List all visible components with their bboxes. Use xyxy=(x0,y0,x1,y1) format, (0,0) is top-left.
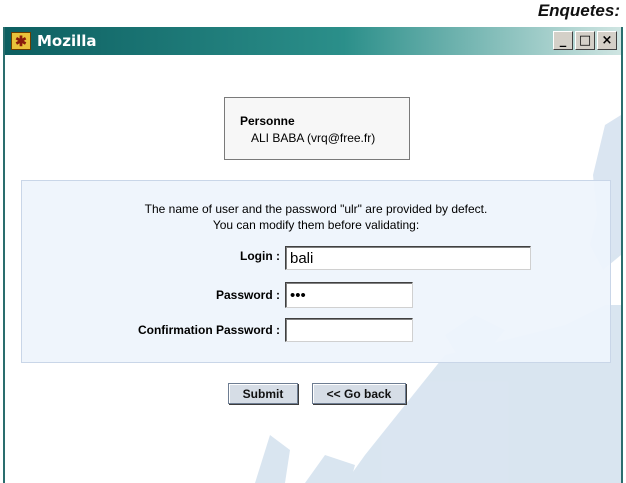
window-controls: _ □ × xyxy=(553,31,617,50)
close-button[interactable]: × xyxy=(597,31,617,50)
password-label: Password : xyxy=(215,288,280,302)
info-text: The name of user and the password "ulr" … xyxy=(22,201,610,233)
maximize-button[interactable]: □ xyxy=(575,31,595,50)
top-caption: Enquetes: xyxy=(537,1,620,20)
info-line-2: You can modify them before validating: xyxy=(212,218,420,232)
login-input[interactable] xyxy=(285,246,531,270)
person-heading: Personne xyxy=(240,114,295,128)
info-line-1: The name of user and the password "ulr" … xyxy=(144,202,488,216)
password-input[interactable] xyxy=(285,282,413,308)
go-back-button[interactable]: << Go back xyxy=(312,383,406,404)
person-info-box: Personne ALI BABA (vrq@free.fr) xyxy=(224,97,410,160)
window-title: Mozilla xyxy=(37,32,97,50)
title-bar[interactable]: ✱ Mozilla _ □ × xyxy=(5,27,621,55)
mozilla-app-icon[interactable]: ✱ xyxy=(11,32,31,50)
login-form-panel: The name of user and the password "ulr" … xyxy=(21,180,611,363)
page-content: Personne ALI BABA (vrq@free.fr) The name… xyxy=(5,55,621,483)
browser-window: ✱ Mozilla _ □ × Personne ALI BABA (vrq@f… xyxy=(3,27,623,483)
confirm-password-label: Confirmation Password : xyxy=(137,323,280,337)
confirm-password-input[interactable] xyxy=(285,318,413,342)
submit-button[interactable]: Submit xyxy=(228,383,298,404)
minimize-button[interactable]: _ xyxy=(553,31,573,50)
person-name: ALI BABA (vrq@free.fr) xyxy=(251,131,376,145)
login-label: Login : xyxy=(240,249,280,263)
